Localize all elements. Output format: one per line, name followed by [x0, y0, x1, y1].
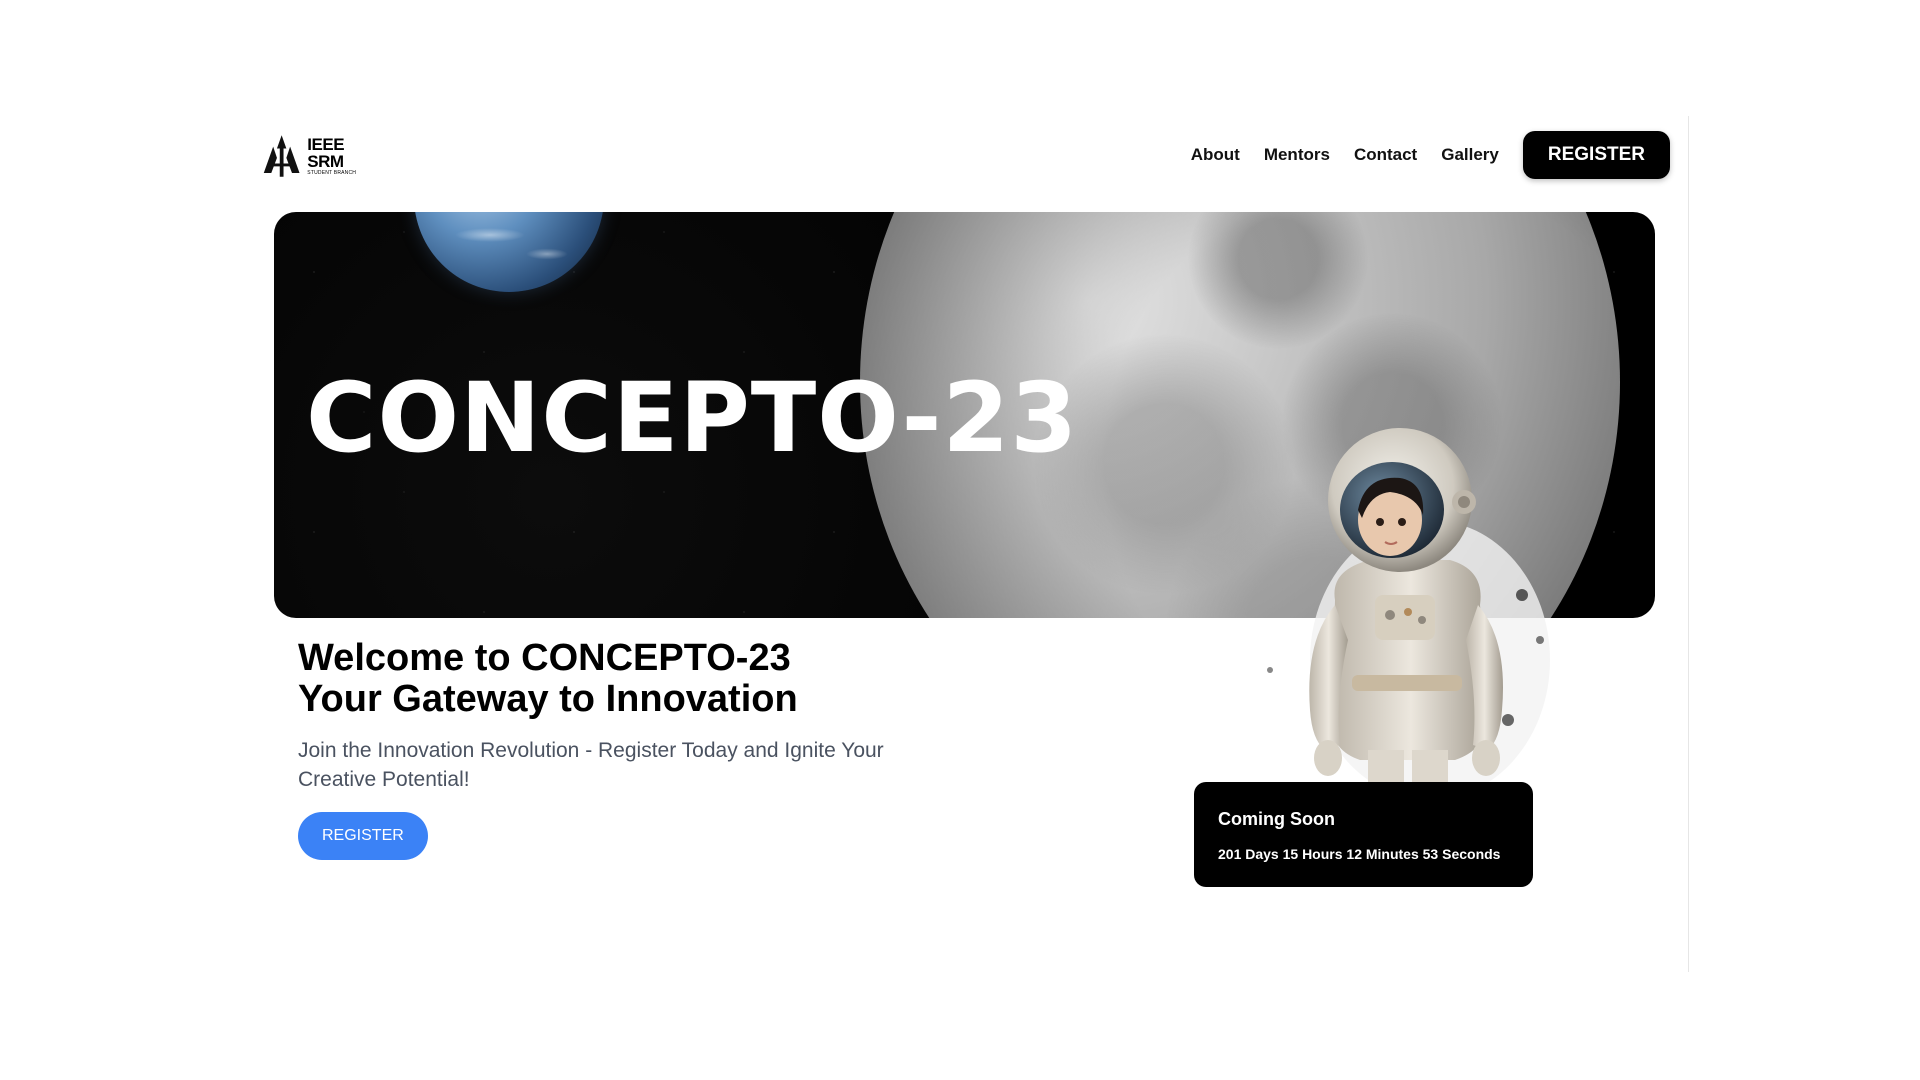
- logo-subtitle: STUDENT BRANCH: [307, 170, 357, 176]
- page-divider: [1688, 116, 1689, 972]
- nav-link-gallery[interactable]: Gallery: [1441, 145, 1499, 165]
- nav-link-contact[interactable]: Contact: [1354, 145, 1417, 165]
- welcome-tagline: Your Gateway to Innovation: [298, 678, 798, 720]
- ieee-srm-logo[interactable]: IEEE SRM STUDENT BRANCH: [260, 133, 380, 179]
- nav-link-about[interactable]: About: [1191, 145, 1240, 165]
- countdown-card: Coming Soon 201 Days 15 Hours 12 Minutes…: [1194, 782, 1533, 887]
- trident-logo-icon: [263, 135, 300, 177]
- welcome-heading: Welcome to CONCEPTO-23 Your Gateway to I…: [298, 638, 938, 720]
- hero-register-button[interactable]: REGISTER: [298, 812, 428, 860]
- welcome-description: Join the Innovation Revolution - Registe…: [298, 739, 884, 791]
- astronaut-illustration: [1267, 428, 1550, 790]
- countdown-title: Coming Soon: [1218, 809, 1335, 829]
- countdown-timer: 201 Days 15 Hours 12 Minutes 53 Seconds: [1218, 846, 1501, 862]
- main-nav: About Mentors Contact Gallery REGISTER: [1191, 131, 1670, 179]
- welcome-prefix: Welcome to: [298, 637, 522, 679]
- logo-name: IEEE SRM: [307, 135, 345, 171]
- welcome-event-name: CONCEPTO-23: [521, 637, 791, 679]
- nav-link-mentors[interactable]: Mentors: [1264, 145, 1330, 165]
- welcome-section: Welcome to CONCEPTO-23 Your Gateway to I…: [298, 638, 938, 860]
- nav-register-button[interactable]: REGISTER: [1522, 131, 1670, 179]
- hero-title: CONCEPTO-23: [306, 362, 1079, 474]
